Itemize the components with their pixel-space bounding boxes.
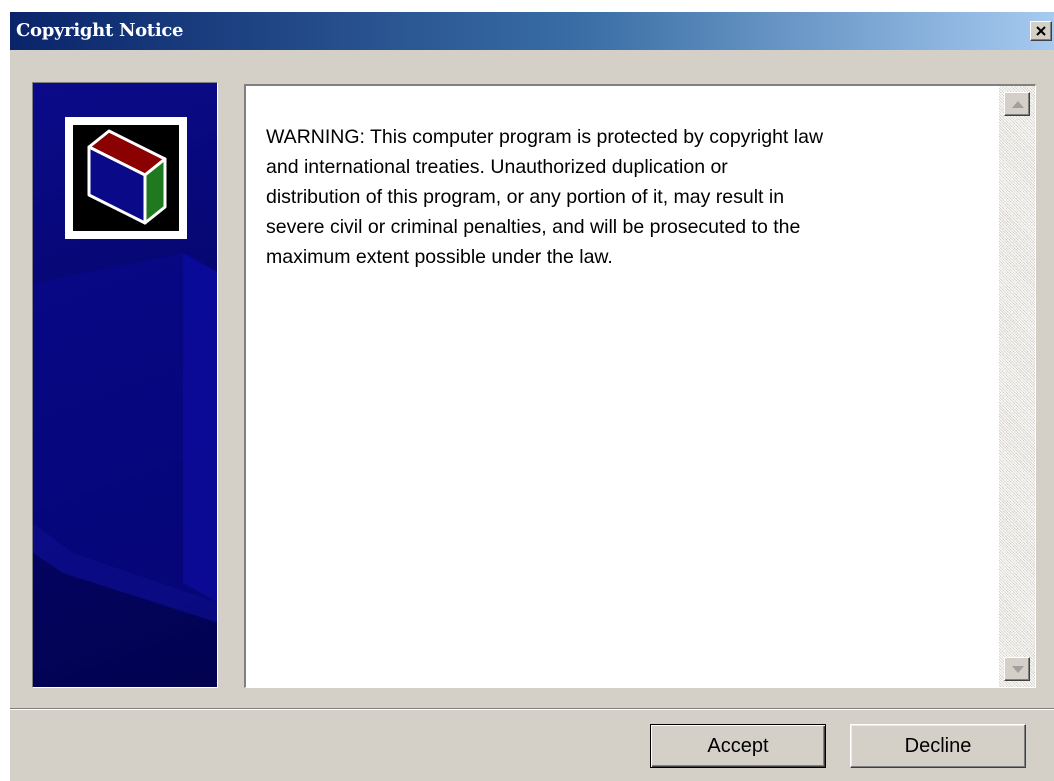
side-banner [32,82,218,688]
accept-button[interactable]: Accept [650,724,826,768]
footer-divider [10,708,1054,710]
scroll-down-button[interactable] [1004,657,1030,681]
close-icon [1036,26,1046,36]
vertical-scrollbar[interactable] [999,86,1035,687]
product-logo [65,117,187,239]
arrow-down-icon [1012,666,1024,673]
copyright-warning-text: WARNING: This computer program is protec… [266,126,824,268]
arrow-up-icon [1012,101,1024,108]
license-text-box[interactable]: WARNING: This computer program is protec… [244,84,1036,688]
dialog-title: Copyright Notice [16,20,184,41]
decline-button[interactable]: Decline [850,724,1026,768]
book-box-icon [87,129,167,225]
close-button[interactable] [1030,21,1052,41]
scroll-up-button[interactable] [1004,92,1030,116]
copyright-dialog: Copyright Notice WARNING: This computer … [9,11,1054,781]
title-bar[interactable]: Copyright Notice [10,12,1054,50]
